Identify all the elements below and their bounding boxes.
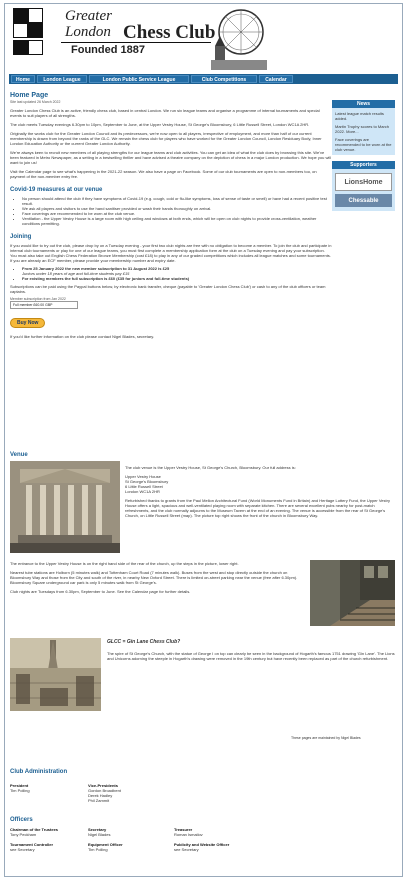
venue-access: The entrance to the Upper Vestry House i… — [10, 561, 306, 594]
news-title: News — [332, 100, 395, 108]
select-label: Member subscription from Jan 2022 — [10, 297, 66, 301]
venue-entrance: The entrance to the Upper Vestry House i… — [10, 561, 239, 566]
brand-chess-club: Chess Club — [123, 22, 216, 43]
covid-list: No person should attend the club if they… — [10, 196, 332, 226]
payment-paragraph: Subscriptions can be paid using the Payp… — [10, 284, 326, 294]
officer-name: Roman Ismailov — [174, 832, 203, 837]
church-photo — [10, 461, 120, 553]
page-frame: Greater London Chess Club Founded 1887 H… — [4, 3, 403, 877]
venue-section: Venue — [10, 452, 395, 458]
officers-title: Officers — [10, 817, 33, 823]
venue-transport: Nearest tube stations are Holborn (5 min… — [10, 570, 298, 585]
gin-lane-title: GLCC = Gin Lane Chess Club? — [107, 639, 181, 645]
brand-london: London — [65, 24, 111, 40]
nav-london-league[interactable]: London League — [37, 75, 87, 83]
gin-lane-print — [10, 638, 101, 711]
presidents-grid: President Tim Polling Vice-Presidents Go… — [10, 783, 395, 803]
president-name: Tim Polling — [10, 788, 30, 793]
news-box: Latest league match results added. Marti… — [332, 108, 395, 155]
contact-paragraph: If you'd like further information on the… — [10, 334, 155, 339]
brand-founded: Founded 1887 — [71, 44, 145, 56]
vp-name: Phil Zammit — [88, 798, 110, 803]
venue-text: The club venue is the Upper Vestry House… — [125, 465, 395, 518]
brand-greater: Greater — [65, 8, 112, 24]
venue-address: Upper Vestry House St George's Bloomsbur… — [125, 474, 395, 494]
news-item[interactable]: Martin Trophy scores to March 2022. More… — [335, 124, 392, 134]
nav-london-public-service-league[interactable]: London Public Service League — [89, 75, 189, 83]
admin-title: Club Administration — [10, 769, 68, 775]
officer-name: Nigel Blades — [88, 832, 111, 837]
venue-intro: The club venue is the Upper Vestry House… — [125, 465, 296, 470]
meeting-paragraph: The club meets Tuesday evenings 6.30pm t… — [10, 122, 310, 127]
gin-lane-text: The spire of St George's Church, with th… — [107, 651, 395, 661]
chessable-logo[interactable]: Chessable — [335, 194, 392, 207]
news-item: Face coverings are recommended to be wor… — [335, 137, 392, 152]
sidebar: News Latest league match results added. … — [332, 100, 395, 211]
nav-home[interactable]: Home — [11, 75, 35, 83]
main-nav: Home London League London Public Service… — [9, 74, 398, 84]
subscription-item: For existing members the full subscripti… — [22, 276, 332, 281]
joining-title: Joining — [10, 234, 32, 240]
last-updated: Site last updated 26 March 2022 — [10, 100, 61, 104]
club-administration: Club Administration President Tim Pollin… — [10, 769, 395, 852]
officer-name: Tim Polling — [88, 847, 108, 852]
covid-item: Ventilation - the Upper Vestry House is … — [22, 216, 332, 226]
subscription-list: From 25 January 2022 the new member subs… — [10, 266, 332, 281]
officers-grid: Chairman of the Trustees Tony Peckham Sec… — [10, 827, 395, 852]
history-paragraph: Originally the works club for the Greate… — [10, 131, 322, 146]
gin-lane-section: GLCC = Gin Lane Chess Club? The spire of… — [107, 639, 395, 662]
venue-refurb: Refurbished thanks to grants from the Pa… — [125, 498, 390, 518]
calendar-paragraph: Visit the Calendar page to see what's ha… — [10, 169, 317, 179]
supporters-title: Supporters — [332, 161, 395, 169]
lionshome-logo[interactable]: LionsHome — [335, 173, 392, 191]
intro-paragraph: Greater London Chess Club is an active, … — [10, 108, 320, 118]
joining-paragraph: If you would like to try out the club, p… — [10, 243, 332, 263]
news-item[interactable]: Latest league match results added. — [335, 111, 392, 121]
venue-entrance-photo — [310, 560, 395, 626]
officer-name: see Secretary — [174, 847, 199, 852]
venue-club-nights: Club nights are Tuesdays from 6.30pm, Se… — [10, 589, 191, 594]
covid-item: No person should attend the club if they… — [22, 196, 332, 206]
subscription-select[interactable]: Full member £60.00 GBP — [10, 301, 78, 309]
paypal-form: Member subscription from Jan 2022 Full m… — [10, 297, 332, 329]
chessboard-logo-icon — [13, 8, 61, 60]
officer-name: see Secretary — [10, 847, 35, 852]
recruit-paragraph: We're always keen to recruit new members… — [10, 150, 332, 165]
subscription-item: From 25 January 2022 the new member subs… — [22, 266, 332, 276]
page-title: Home Page — [10, 92, 49, 99]
nav-club-competitions[interactable]: Club Competitions — [191, 75, 257, 83]
main-content: Home Page Site last updated 26 March 202… — [10, 92, 332, 339]
buy-now-button[interactable]: Buy Now — [10, 318, 46, 328]
address-line: London WC1A 2HR — [125, 489, 160, 494]
maintainer-credit: These pages are maintained by Nigel Blad… — [291, 736, 361, 740]
nav-calendar[interactable]: Calendar — [259, 75, 293, 83]
london-eye-emblem-icon — [211, 9, 267, 70]
officer-name: Tony Peckham — [10, 832, 37, 837]
site-header: Greater London Chess Club Founded 1887 — [5, 4, 402, 72]
covid-title: Covid-19 measures at our venue — [10, 187, 103, 193]
venue-title: Venue — [10, 452, 28, 458]
supporters-box: LionsHome Chessable — [332, 169, 395, 211]
